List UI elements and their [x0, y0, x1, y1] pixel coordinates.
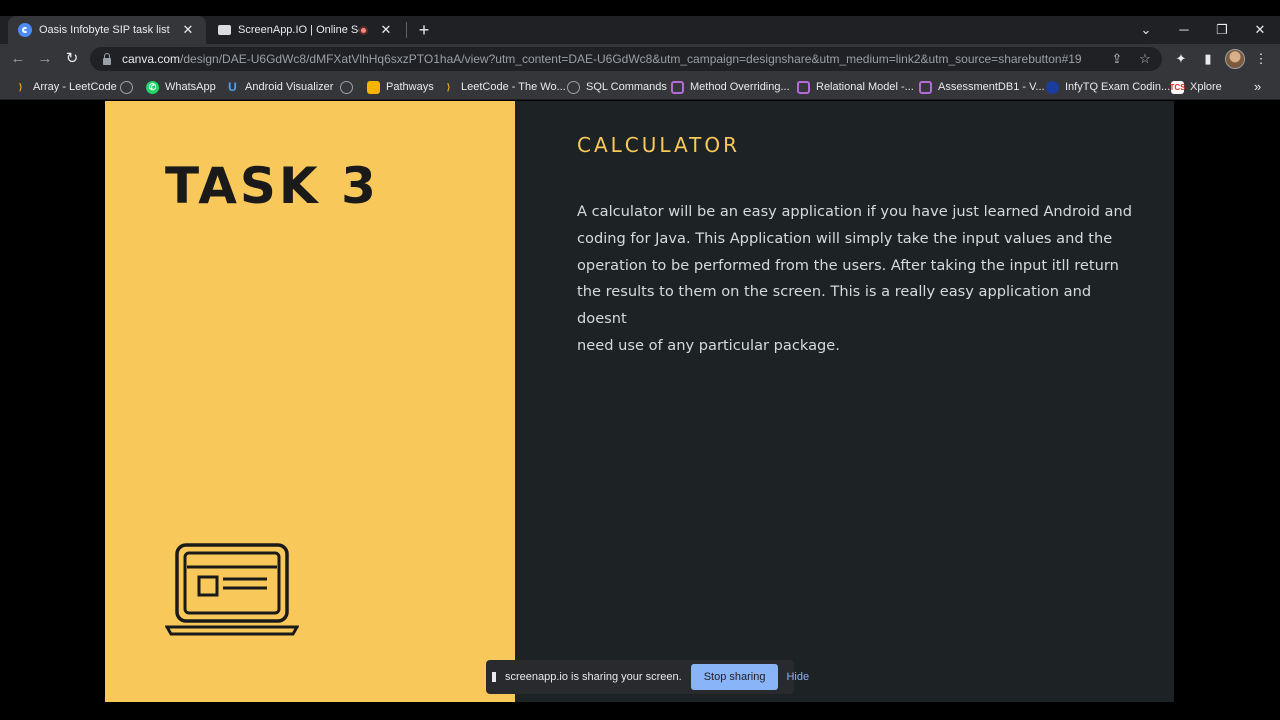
tab-oasis-infobyte[interactable]: Oasis Infobyte SIP task list ✕: [8, 16, 206, 44]
bookmark-item[interactable]: SQL Commands: [567, 74, 667, 100]
bottom-black-strip: [0, 702, 1280, 720]
bookmark-label: Array - LeetCode: [33, 81, 117, 93]
globe-icon: [567, 80, 580, 94]
bookmark-item[interactable]: Method Overriding...: [671, 74, 790, 100]
side-panel-icon[interactable]: ▮: [1197, 48, 1219, 70]
close-tab-icon[interactable]: ✕: [180, 22, 196, 38]
bookmark-item[interactable]: [340, 74, 359, 100]
stop-sharing-button[interactable]: Stop sharing: [690, 664, 779, 690]
bookmark-item[interactable]: TCS Xplore: [1169, 74, 1222, 100]
slide-left-panel: TASK 3: [105, 101, 515, 702]
tab-title: Oasis Infobyte SIP task list: [39, 24, 170, 36]
close-tab-icon[interactable]: ✕: [378, 22, 394, 38]
share-message: screenapp.io is sharing your screen.: [505, 671, 682, 683]
more-bookmarks-icon[interactable]: »: [1254, 74, 1261, 100]
browser-toolbar: ← → ↻ canva.com/design/DAE-U6GdWc8/dMFXa…: [0, 44, 1280, 74]
bookmark-item[interactable]: Pathways: [367, 74, 434, 100]
page-viewport: TASK 3 CALCULATOR A calculator will be a…: [0, 101, 1280, 702]
url-path: /design/DAE-U6GdWc8/dMFXatVlhHq6sxzPTO1h…: [180, 52, 1082, 66]
slide-body-text: A calculator will be an easy application…: [577, 199, 1137, 360]
whatsapp-icon: ✆: [146, 80, 159, 94]
globe-icon: [120, 80, 133, 94]
pause-icon[interactable]: [492, 672, 496, 682]
tab-strip: Oasis Infobyte SIP task list ✕ ScreenApp…: [0, 16, 1280, 44]
bookmark-item[interactable]: ⟩ Array - LeetCode: [14, 74, 117, 100]
purple-doc-icon: [919, 80, 932, 94]
bookmark-item[interactable]: [120, 74, 139, 100]
presentation-slide: TASK 3 CALCULATOR A calculator will be a…: [105, 101, 1174, 702]
body-line: operation to be performed from the users…: [577, 256, 1119, 274]
xplore-icon: TCS: [1169, 80, 1186, 94]
tab-screenapp[interactable]: ScreenApp.IO | Online Screen ✕: [208, 16, 404, 44]
body-line: A calculator will be an easy application…: [577, 203, 1132, 220]
bookmark-label: InfyTQ Exam Codin...: [1065, 81, 1171, 93]
bookmark-label: Relational Model -...: [816, 81, 914, 93]
screen-share-notification: screenapp.io is sharing your screen. Sto…: [486, 660, 809, 694]
slide-right-panel: CALCULATOR A calculator will be an easy …: [515, 101, 1174, 702]
hide-button[interactable]: Hide: [786, 671, 809, 683]
extensions-puzzle-icon[interactable]: ✦: [1170, 48, 1192, 70]
url-text[interactable]: canva.com/design/DAE-U6GdWc8/dMFXatVlhHq…: [122, 52, 1106, 66]
bookmark-label: WhatsApp: [165, 81, 216, 93]
bookmark-label: Xplore: [1190, 81, 1222, 93]
bookmark-item[interactable]: Relational Model -...: [797, 74, 914, 100]
tab-separator: [406, 22, 407, 38]
bookmark-label: Method Overriding...: [690, 81, 790, 93]
infytq-icon: [1046, 80, 1059, 94]
canva-icon: [18, 23, 32, 37]
address-bar[interactable]: canva.com/design/DAE-U6GdWc8/dMFXatVlhHq…: [90, 47, 1162, 71]
recording-indicator-icon: [359, 25, 368, 35]
forward-arrow-icon[interactable]: →: [34, 48, 56, 70]
bookmark-item[interactable]: ⟩ LeetCode - The Wo...: [442, 74, 566, 100]
bookmark-label: LeetCode - The Wo...: [461, 81, 566, 93]
tab-search-icon[interactable]: ⌄: [1127, 16, 1165, 44]
close-window-button[interactable]: ✕: [1241, 16, 1279, 44]
slide-heading: CALCULATOR: [577, 133, 740, 157]
back-arrow-icon[interactable]: ←: [7, 48, 29, 70]
more-menu-icon[interactable]: ⋮: [1250, 48, 1272, 70]
restore-button[interactable]: ❐: [1203, 16, 1241, 44]
url-host: canva.com: [122, 52, 181, 66]
bookmark-item[interactable]: U Android Visualizer: [226, 74, 333, 100]
bookmark-label: AssessmentDB1 - V...: [938, 81, 1045, 93]
bookmark-item[interactable]: AssessmentDB1 - V...: [919, 74, 1045, 100]
bookmarks-bar: ⟩ Array - LeetCode ✆ WhatsApp U Android Vis…: [0, 74, 1280, 100]
body-line: the results to them on the screen. This …: [577, 283, 1092, 328]
laptop-icon: [165, 543, 299, 636]
bookmark-item[interactable]: InfyTQ Exam Codin...: [1046, 74, 1170, 100]
profile-avatar[interactable]: [1225, 49, 1245, 69]
purple-doc-icon: [797, 80, 810, 94]
new-tab-button[interactable]: +: [414, 18, 434, 42]
body-line: need use of any particular package.: [577, 336, 840, 354]
pathways-icon: [367, 80, 380, 94]
tab-title: ScreenApp.IO | Online Screen: [238, 24, 359, 36]
screenapp-icon: [218, 25, 231, 35]
purple-doc-icon: [671, 80, 684, 94]
task-title: TASK 3: [165, 157, 379, 215]
globe-icon: [340, 80, 353, 94]
bookmark-label: SQL Commands: [586, 81, 667, 93]
bookmark-star-icon[interactable]: ☆: [1134, 51, 1156, 67]
share-icon[interactable]: ⇪: [1106, 51, 1128, 67]
reload-icon[interactable]: ↻: [61, 48, 83, 70]
bookmark-item[interactable]: ✆ WhatsApp: [146, 74, 216, 100]
minimize-button[interactable]: ─: [1165, 16, 1203, 44]
android-visualizer-icon: U: [228, 80, 237, 94]
top-black-strip: [0, 0, 1280, 16]
bookmark-label: Pathways: [386, 81, 434, 93]
lock-icon: [102, 53, 112, 65]
bookmark-label: Android Visualizer: [245, 81, 334, 93]
body-line: coding for Java. This Application will s…: [577, 229, 1113, 247]
leetcode-icon: ⟩: [18, 81, 23, 92]
leetcode-icon: ⟩: [446, 81, 451, 92]
